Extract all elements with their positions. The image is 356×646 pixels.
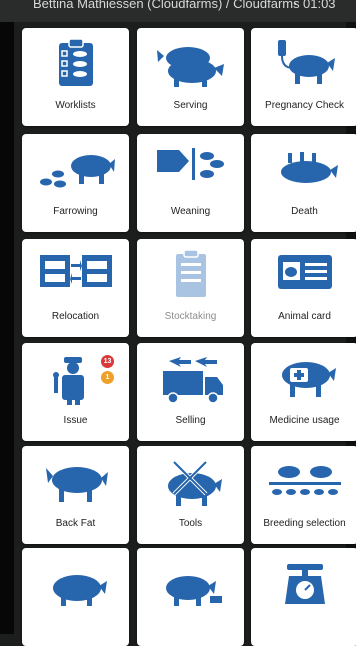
breeding-selection-icon bbox=[251, 456, 356, 512]
tile-label: Medicine usage bbox=[269, 415, 340, 426]
weighing-scale-icon bbox=[251, 558, 356, 614]
clipboard-checklist-pigs-icon bbox=[22, 38, 129, 94]
tile-label: Worklists bbox=[55, 100, 96, 111]
truck-pigs-icon bbox=[137, 353, 244, 409]
tile-back-fat[interactable]: Back Fat bbox=[22, 446, 129, 544]
pig-tools-icon bbox=[137, 456, 244, 512]
tile-worklists[interactable]: Worklists bbox=[22, 28, 129, 126]
tile-selling[interactable]: Selling bbox=[137, 343, 244, 441]
tile-medicine-usage[interactable]: Medicine usage bbox=[251, 343, 356, 441]
tile-weighing[interactable] bbox=[251, 548, 356, 646]
tile-breeding-selection[interactable]: Breeding selection bbox=[251, 446, 356, 544]
tile-farrowing[interactable]: Farrowing bbox=[22, 134, 129, 232]
left-frame bbox=[0, 0, 14, 634]
tile-label: Pregnancy Check bbox=[265, 100, 344, 111]
account-title: Bettina Mathiessen (Cloudfarms) / Cloudf… bbox=[33, 0, 300, 11]
tile-label: Animal card bbox=[278, 311, 331, 322]
tile-label: Tools bbox=[178, 518, 203, 529]
tile-stocktaking[interactable]: Stocktaking bbox=[137, 239, 244, 337]
tile-tools[interactable]: Tools bbox=[137, 446, 244, 544]
id-card-pig-icon bbox=[251, 249, 356, 305]
tile-label: Selling bbox=[175, 415, 206, 426]
tile-label: Back Fat bbox=[55, 518, 96, 529]
tile-feeding[interactable] bbox=[22, 548, 129, 646]
tile-label: Farrowing bbox=[53, 206, 98, 217]
tile-label: Weaning bbox=[170, 206, 211, 217]
tile-pregnancy-check[interactable]: Pregnancy Check bbox=[251, 28, 356, 126]
tile-serving[interactable]: Serving bbox=[137, 28, 244, 126]
issue-count-badge: 13 bbox=[101, 355, 114, 368]
issue-warning-badge: 1 bbox=[101, 371, 114, 384]
status-time: 01:03 bbox=[303, 0, 336, 11]
sow-feeding-icon bbox=[22, 558, 129, 614]
status-bar: Bettina Mathiessen (Cloudfarms) / Cloudf… bbox=[0, 0, 356, 22]
tile-label: Serving bbox=[173, 100, 208, 111]
dead-pig-icon bbox=[251, 144, 356, 200]
pig-scanner-icon bbox=[251, 38, 356, 94]
pig-feed-icon bbox=[137, 558, 244, 614]
tile-death[interactable]: Death bbox=[251, 134, 356, 232]
tile-animal-card[interactable]: Animal card bbox=[251, 239, 356, 337]
clock-icon: ◔ bbox=[291, 0, 298, 11]
tile-label: Issue bbox=[63, 415, 88, 426]
stock-clipboard-icon bbox=[137, 249, 244, 305]
tile-label: Breeding selection bbox=[263, 518, 346, 529]
tile-issue[interactable]: 13 1 Issue bbox=[22, 343, 129, 441]
tile-feed[interactable] bbox=[137, 548, 244, 646]
tile-weaning[interactable]: Weaning bbox=[137, 134, 244, 232]
pig-backfat-icon bbox=[22, 456, 129, 512]
pig-serving-icon bbox=[137, 38, 244, 94]
pen-transfer-icon bbox=[22, 249, 129, 305]
weaning-icon bbox=[137, 144, 244, 200]
sow-piglets-icon bbox=[22, 144, 129, 200]
tile-label: Death bbox=[291, 206, 318, 217]
tile-label: Stocktaking bbox=[164, 311, 217, 322]
tile-relocation[interactable]: Relocation bbox=[22, 239, 129, 337]
tile-label: Relocation bbox=[51, 311, 100, 322]
medical-kit-pig-icon bbox=[251, 353, 356, 409]
